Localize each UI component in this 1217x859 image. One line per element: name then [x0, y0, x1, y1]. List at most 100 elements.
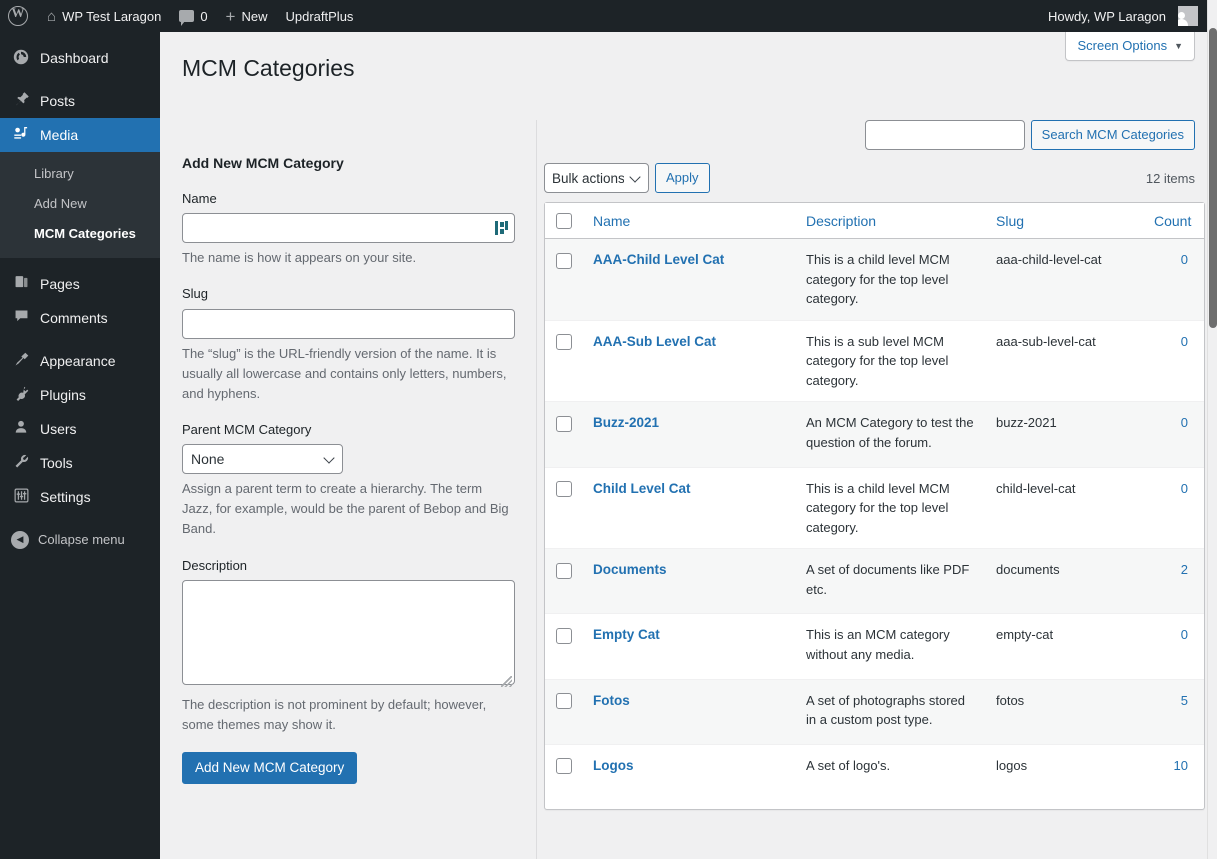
parent-category-select[interactable]: None: [182, 444, 343, 475]
row-count-cell: 0: [1144, 319, 1204, 402]
row-checkbox[interactable]: [556, 627, 572, 644]
column-header-name[interactable]: Name: [583, 203, 796, 240]
table-row: Documents A set of documents like PDF etc…: [545, 548, 1204, 614]
sidebar-item-settings[interactable]: Settings: [0, 480, 160, 514]
category-name-link[interactable]: Child Level Cat: [593, 481, 691, 496]
main-content: Screen Options ▼ MCM Categories Add New …: [160, 32, 1207, 859]
page-scrollbar[interactable]: [1207, 0, 1217, 859]
category-count-link[interactable]: 0: [1181, 481, 1188, 496]
updraftplus-menu[interactable]: UpdraftPlus: [277, 0, 363, 32]
row-checkbox[interactable]: [556, 334, 572, 351]
sidebar-label-tools: Tools: [40, 454, 73, 471]
row-checkbox[interactable]: [556, 693, 572, 710]
table-head: Name Description Slug Count: [545, 203, 1204, 240]
password-manager-icon[interactable]: [495, 221, 508, 236]
row-slug-cell: fotos: [986, 678, 1144, 744]
category-count-link[interactable]: 0: [1181, 252, 1188, 267]
row-slug-cell: empty-cat: [986, 613, 1144, 678]
column-header-slug[interactable]: Slug: [986, 203, 1144, 240]
category-count-link[interactable]: 10: [1174, 758, 1188, 773]
settings-icon: [11, 487, 31, 507]
table-row: Fotos A set of photographs stored in a cu…: [545, 678, 1204, 744]
my-account-menu[interactable]: Howdy, WP Laragon: [1039, 0, 1207, 32]
new-content-menu[interactable]: + New: [217, 0, 277, 32]
sidebar-item-plugins[interactable]: Plugins: [0, 378, 160, 412]
sidebar-item-media[interactable]: Media: [0, 118, 160, 152]
row-description-cell: A set of photographs stored in a custom …: [796, 678, 986, 744]
row-select-cell: [545, 548, 583, 614]
wordpress-logo-icon: [8, 5, 28, 26]
parent-select-wrap: None: [182, 444, 343, 475]
site-name-menu[interactable]: ⌂ WP Test Laragon: [38, 0, 170, 32]
description-textarea[interactable]: [182, 579, 515, 685]
row-slug-cell: aaa-sub-level-cat: [986, 319, 1144, 402]
menu-spacer-2: [0, 258, 160, 267]
table-row: Child Level Cat This is a child level MCM…: [545, 466, 1204, 549]
howdy-label: Howdy, WP Laragon: [1047, 8, 1166, 24]
row-count-cell: 5: [1144, 678, 1204, 744]
category-name-link[interactable]: Logos: [593, 758, 634, 773]
sidebar-label-users: Users: [40, 420, 77, 437]
home-icon: ⌂: [47, 7, 57, 25]
category-name-link[interactable]: AAA-Sub Level Cat: [593, 334, 716, 349]
row-checkbox[interactable]: [556, 481, 572, 498]
sidebar-item-comments[interactable]: Comments: [0, 301, 160, 335]
add-new-category-button[interactable]: Add New MCM Category: [182, 752, 358, 785]
sidebar-label-posts: Posts: [40, 93, 76, 109]
pin-icon: [11, 91, 31, 111]
media-submenu: Library Add New MCM Categories: [0, 152, 160, 258]
row-description-cell: An MCM Category to test the question of …: [796, 401, 986, 467]
sidebar-item-dashboard[interactable]: Dashboard: [0, 41, 160, 75]
form-heading: Add New MCM Category: [182, 155, 344, 171]
category-name-link[interactable]: Empty Cat: [593, 627, 660, 642]
row-count-cell: 0: [1144, 613, 1204, 678]
add-category-form: Add New MCM Category Name The name is ho…: [160, 120, 537, 859]
category-count-link[interactable]: 0: [1181, 334, 1188, 349]
row-checkbox[interactable]: [556, 252, 572, 269]
search-input[interactable]: [864, 120, 1025, 150]
tools-icon: [11, 453, 31, 473]
category-name-link[interactable]: AAA-Child Level Cat: [593, 252, 724, 267]
row-name-cell: Empty Cat: [583, 613, 796, 678]
sidebar-item-pages[interactable]: Pages: [0, 267, 160, 301]
wp-logo-menu[interactable]: [0, 0, 38, 32]
sidebar-subitem-mcm-categories[interactable]: MCM Categories: [0, 219, 160, 249]
category-name-link[interactable]: Documents: [593, 562, 667, 577]
row-description-cell: A set of logo's.: [796, 743, 986, 809]
category-count-link[interactable]: 2: [1181, 562, 1188, 577]
category-count-link[interactable]: 0: [1181, 627, 1188, 642]
apply-button[interactable]: Apply: [655, 163, 710, 193]
comments-bubble[interactable]: 0: [170, 0, 216, 32]
sidebar-item-appearance[interactable]: Appearance: [0, 344, 160, 378]
name-input[interactable]: [182, 213, 515, 244]
select-all-checkbox[interactable]: [556, 213, 572, 230]
users-icon: [11, 419, 31, 439]
bulk-actions-select[interactable]: Bulk actions: [544, 163, 649, 193]
plugins-icon: [11, 385, 31, 405]
row-checkbox[interactable]: [556, 758, 572, 775]
comments-icon: [11, 308, 31, 328]
column-header-count[interactable]: Count: [1144, 203, 1204, 240]
screen-options-button[interactable]: Screen Options ▼: [1065, 32, 1195, 61]
sidebar-subitem-library[interactable]: Library: [0, 159, 160, 189]
search-submit-button[interactable]: Search MCM Categories: [1030, 120, 1195, 150]
collapse-menu-button[interactable]: ◀ Collapse menu: [0, 523, 160, 557]
collapse-menu-label: Collapse menu: [38, 532, 125, 548]
sidebar-item-users[interactable]: Users: [0, 412, 160, 446]
sidebar-item-posts[interactable]: Posts: [0, 84, 160, 118]
row-checkbox[interactable]: [556, 562, 572, 579]
category-name-link[interactable]: Buzz-2021: [593, 415, 659, 430]
updraftplus-label: UpdraftPlus: [285, 8, 354, 24]
category-count-link[interactable]: 5: [1181, 693, 1188, 708]
column-header-description[interactable]: Description: [796, 203, 986, 240]
parent-label: Parent MCM Category: [182, 421, 312, 437]
sidebar-label-pages: Pages: [40, 275, 80, 292]
category-name-link[interactable]: Fotos: [593, 693, 630, 708]
items-count-label: 12 items: [1145, 170, 1195, 186]
sidebar-item-tools[interactable]: Tools: [0, 446, 160, 480]
row-checkbox[interactable]: [556, 415, 572, 432]
slug-input[interactable]: [182, 308, 515, 339]
category-count-link[interactable]: 0: [1181, 415, 1188, 430]
page-scrollbar-thumb[interactable]: [1209, 28, 1217, 328]
sidebar-subitem-add-new[interactable]: Add New: [0, 189, 160, 219]
